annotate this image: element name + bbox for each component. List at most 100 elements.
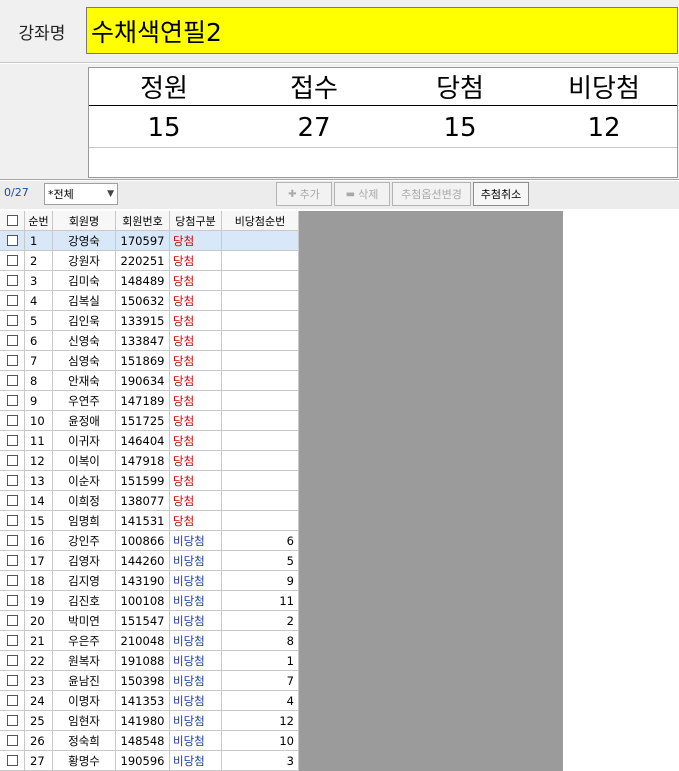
delete-icon: ▬ [345, 188, 356, 200]
row-member-id: 151599 [116, 471, 170, 491]
table-row[interactable]: 22 원복자 191088 비당첨 1 [0, 651, 299, 671]
table-row[interactable]: 15 임명희 141531 당첨 [0, 511, 299, 531]
row-checkbox[interactable] [0, 691, 25, 711]
row-checkbox[interactable] [0, 651, 25, 671]
table-row[interactable]: 12 이복이 147918 당첨 [0, 451, 299, 471]
row-checkbox[interactable] [0, 271, 25, 291]
row-not-selected-rank [222, 271, 299, 291]
row-checkbox[interactable] [0, 391, 25, 411]
table-row[interactable]: 18 김지영 143190 비당첨 9 [0, 571, 299, 591]
row-member-name: 김미숙 [53, 271, 116, 291]
row-draw-type: 비당첨 [170, 691, 222, 711]
row-no: 11 [25, 431, 53, 451]
table-row[interactable]: 3 김미숙 148489 당첨 [0, 271, 299, 291]
row-member-id: 141980 [116, 711, 170, 731]
col-header-name[interactable]: 회원명 [53, 211, 116, 231]
row-draw-type: 당첨 [170, 451, 222, 471]
table-row[interactable]: 19 김진호 100108 비당첨 11 [0, 591, 299, 611]
row-draw-type: 당첨 [170, 311, 222, 331]
select-all-checkbox[interactable] [0, 211, 25, 231]
table-row[interactable]: 1 강영숙 170597 당첨 [0, 231, 299, 251]
table-row[interactable]: 4 김복실 150632 당첨 [0, 291, 299, 311]
row-checkbox[interactable] [0, 571, 25, 591]
table-row[interactable]: 24 이명자 141353 비당첨 4 [0, 691, 299, 711]
row-no: 18 [25, 571, 53, 591]
row-not-selected-rank [222, 331, 299, 351]
table-row[interactable]: 20 박미연 151547 비당첨 2 [0, 611, 299, 631]
row-no: 8 [25, 371, 53, 391]
row-checkbox[interactable] [0, 251, 25, 271]
row-checkbox[interactable] [0, 711, 25, 731]
row-member-id: 151547 [116, 611, 170, 631]
row-checkbox[interactable] [0, 471, 25, 491]
table-row[interactable]: 26 정숙희 148548 비당첨 10 [0, 731, 299, 751]
table-row[interactable]: 7 심영숙 151869 당첨 [0, 351, 299, 371]
row-checkbox[interactable] [0, 491, 25, 511]
row-checkbox[interactable] [0, 431, 25, 451]
col-header-rank[interactable]: 비당첨순번 [222, 211, 299, 231]
row-checkbox[interactable] [0, 671, 25, 691]
filter-dropdown[interactable]: *전체 ▼ [44, 183, 118, 205]
cancel-draw-button[interactable]: 추첨취소 [473, 182, 529, 206]
row-member-name: 이순자 [53, 471, 116, 491]
row-checkbox[interactable] [0, 591, 25, 611]
row-not-selected-rank: 1 [222, 651, 299, 671]
row-checkbox[interactable] [0, 331, 25, 351]
row-checkbox[interactable] [0, 631, 25, 651]
table-row[interactable]: 10 윤정애 151725 당첨 [0, 411, 299, 431]
row-member-id: 191088 [116, 651, 170, 671]
row-member-id: 141531 [116, 511, 170, 531]
row-draw-type: 비당첨 [170, 531, 222, 551]
add-icon: ✚ [288, 188, 297, 200]
row-draw-type: 당첨 [170, 291, 222, 311]
row-member-id: 190634 [116, 371, 170, 391]
table-row[interactable]: 25 임현자 141980 비당첨 12 [0, 711, 299, 731]
table-row[interactable]: 2 강원자 220251 당첨 [0, 251, 299, 271]
col-header-member-id[interactable]: 회원번호 [116, 211, 170, 231]
table-row[interactable]: 27 황명수 190596 비당첨 3 [0, 751, 299, 771]
row-member-id: 151725 [116, 411, 170, 431]
row-member-id: 141353 [116, 691, 170, 711]
delete-button[interactable]: ▬ 삭제 [334, 182, 390, 206]
row-checkbox[interactable] [0, 611, 25, 631]
row-checkbox[interactable] [0, 291, 25, 311]
row-checkbox[interactable] [0, 311, 25, 331]
row-no: 25 [25, 711, 53, 731]
row-checkbox[interactable] [0, 371, 25, 391]
table-row[interactable]: 8 안재숙 190634 당첨 [0, 371, 299, 391]
col-header-type[interactable]: 당첨구분 [170, 211, 222, 231]
table-row[interactable]: 14 이희정 138077 당첨 [0, 491, 299, 511]
row-member-id: 190596 [116, 751, 170, 771]
table-row[interactable]: 5 김인욱 133915 당첨 [0, 311, 299, 331]
table-row[interactable]: 13 이순자 151599 당첨 [0, 471, 299, 491]
row-checkbox[interactable] [0, 411, 25, 431]
table-row[interactable]: 6 신영숙 133847 당첨 [0, 331, 299, 351]
table-row[interactable]: 16 강인주 100866 비당첨 6 [0, 531, 299, 551]
row-checkbox[interactable] [0, 751, 25, 771]
row-member-name: 이명자 [53, 691, 116, 711]
draw-option-change-button[interactable]: 추첨옵션변경 [392, 182, 471, 206]
row-member-id: 150632 [116, 291, 170, 311]
course-name-field[interactable]: 수채색연필2 [86, 7, 678, 54]
row-checkbox[interactable] [0, 231, 25, 251]
row-not-selected-rank: 2 [222, 611, 299, 631]
row-no: 20 [25, 611, 53, 631]
delete-button-label: 삭제 [358, 188, 379, 201]
row-draw-type: 당첨 [170, 431, 222, 451]
table-row[interactable]: 17 김영자 144260 비당첨 5 [0, 551, 299, 571]
row-member-id: 138077 [116, 491, 170, 511]
row-checkbox[interactable] [0, 451, 25, 471]
table-row[interactable]: 11 이귀자 146404 당첨 [0, 431, 299, 451]
table-row[interactable]: 23 윤남진 150398 비당첨 7 [0, 671, 299, 691]
table-row[interactable]: 21 우은주 210048 비당첨 8 [0, 631, 299, 651]
row-draw-type: 비당첨 [170, 571, 222, 591]
row-checkbox[interactable] [0, 731, 25, 751]
row-no: 23 [25, 671, 53, 691]
table-row[interactable]: 9 우연주 147189 당첨 [0, 391, 299, 411]
row-checkbox[interactable] [0, 351, 25, 371]
row-checkbox[interactable] [0, 531, 25, 551]
col-header-no[interactable]: 순번 [25, 211, 53, 231]
row-checkbox[interactable] [0, 511, 25, 531]
add-button[interactable]: ✚ 추가 [276, 182, 332, 206]
row-checkbox[interactable] [0, 551, 25, 571]
